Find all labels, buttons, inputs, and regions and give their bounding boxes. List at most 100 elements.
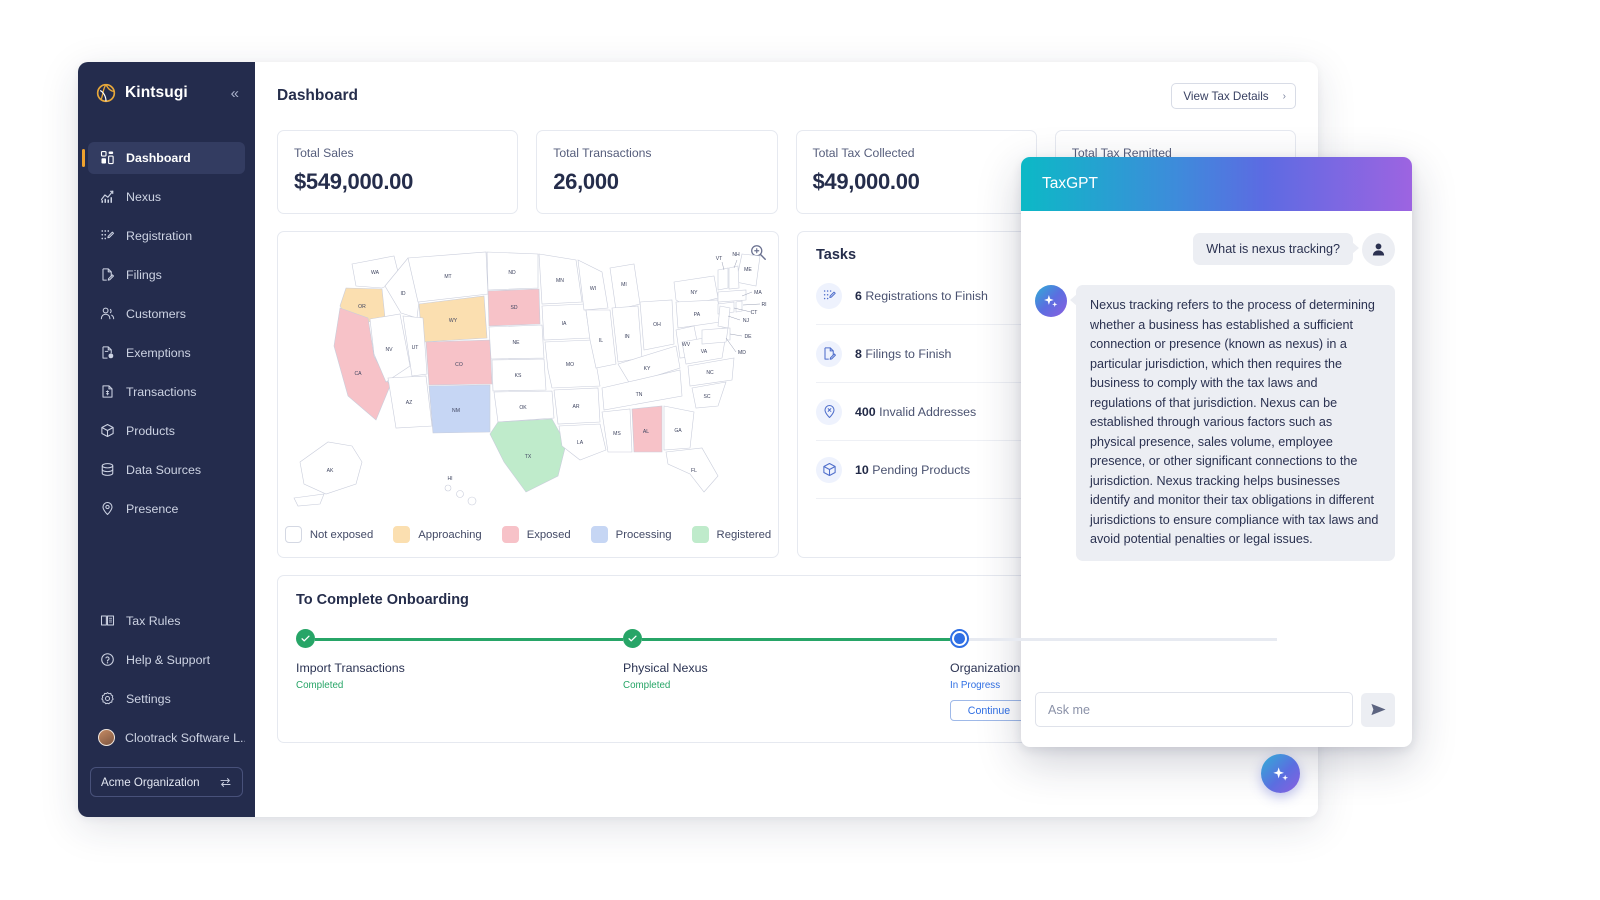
file-dollar-icon [102,385,113,398]
legend-label: Exposed [526,528,571,541]
svg-text:MS: MS [613,431,621,437]
kpi-card-total-tax-collected: Total Tax Collected $49,000.00 [795,130,1037,214]
state-AK-tail [293,493,325,507]
book-icon [100,615,115,626]
brand-name: Kintsugi [125,84,188,101]
svg-text:TN: TN [636,392,643,398]
us-map-svg: WA OR CA NV ID MT WY UT AZ CO NM ND SD NE KS OK TX M… [293,251,767,507]
sidebar-item-help-support[interactable]: Help & Support [88,644,245,676]
legend-item-registered: Registered [691,526,772,543]
box-icon [816,456,842,483]
svg-text:GA: GA [674,428,682,434]
sidebar-item-products[interactable]: Products [88,415,245,447]
box-icon [101,423,114,438]
sidebar-item-customers[interactable]: Customers [88,298,245,330]
kpi-value: $549,000.00 [294,169,414,194]
question-circle-icon [101,653,114,666]
step-indicator [296,629,623,649]
nexus-map-card: WA OR CA NV ID MT WY UT AZ CO NM ND SD NE KS OK TX M… [277,231,779,558]
state-WI [577,259,609,311]
sidebar-item-presence[interactable]: Presence [88,493,245,525]
task-text: Filings to Finish [865,346,952,361]
legend-item-approaching: Approaching [393,526,482,543]
view-tax-details-button[interactable]: View Tax Details › [1171,83,1296,109]
file-pencil-icon [102,268,115,281]
state-NH [728,265,740,290]
svg-text:OR: OR [358,304,366,310]
sidebar-item-nexus[interactable]: Nexus [88,181,245,213]
chat-input-row [1021,682,1412,747]
organization-switcher[interactable]: Acme Organization [90,767,243,797]
sidebar-item-label: Products [126,423,175,438]
sidebar-item-data-sources[interactable]: Data Sources [88,454,245,486]
chat-bubble-bot: Nexus tracking refers to the process of … [1070,285,1395,561]
sidebar-account[interactable]: Clootrack Software L... [88,722,245,754]
svg-text:SC: SC [703,394,710,400]
step-indicator [623,629,950,649]
sidebar-item-label: Tax Rules [126,613,181,628]
sidebar-item-exemptions[interactable]: Exemptions [88,337,245,369]
chat-input[interactable] [1035,692,1353,727]
svg-text:ND: ND [508,270,516,276]
kpi-card-total-sales: Total Sales $549,000.00 [277,130,519,214]
task-label: 400 Invalid Addresses [855,405,976,419]
sidebar-item-registration[interactable]: Registration [88,220,245,252]
view-tax-details-label: View Tax Details [1183,89,1269,103]
svg-text:CO: CO [455,362,463,368]
svg-text:HI: HI [447,476,452,482]
sidebar-collapse-icon[interactable]: « [229,84,241,103]
svg-text:AR: AR [572,404,579,410]
svg-text:AZ: AZ [406,400,413,406]
svg-text:OK: OK [519,405,527,411]
sidebar-bottom-nav: Tax Rules Help & Support Settings Clootr… [78,601,255,817]
brand-row: Kintsugi « [78,62,255,124]
svg-text:NV: NV [385,347,393,353]
send-button[interactable] [1361,692,1395,727]
pin-x-icon [816,398,842,425]
us-map[interactable]: WA OR CA NV ID MT WY UT AZ CO NM ND SD NE KS OK TX M… [290,246,768,511]
grid-dashboard-icon [100,150,114,165]
svg-text:WV: WV [682,342,691,348]
state-MA [717,289,747,303]
sidebar-item-label: Data Sources [126,462,202,477]
legend-swatch [284,526,302,543]
taxgpt-fab-button[interactable] [1261,754,1300,793]
kpi-label: Total Tax Collected [812,146,915,160]
svg-text:AK: AK [327,468,334,474]
continue-button[interactable]: Continue [950,700,1028,721]
check-circle-icon [296,629,315,648]
task-text: Invalid Addresses [879,404,977,419]
task-count: 10 [855,462,869,477]
task-label: 10 Pending Products [855,463,970,477]
sidebar-item-filings[interactable]: Filings [88,259,245,291]
avatar [98,729,115,746]
legend-label: Registered [716,528,772,541]
svg-text:ME: ME [744,267,752,273]
svg-text:NM: NM [452,408,460,414]
sidebar-item-tax-rules[interactable]: Tax Rules [88,605,245,637]
svg-text:MD: MD [738,350,746,356]
kpi-card-total-transactions: Total Transactions 26,000 [536,130,778,214]
onboarding-step-physical-nexus: Physical Nexus Completed [623,629,950,721]
sidebar-item-label: Customers [126,306,186,321]
sidebar-item-settings[interactable]: Settings [88,683,245,715]
step-connector [642,638,950,641]
check-circle-icon [623,629,642,648]
kpi-value: $49,000.00 [812,169,920,194]
chat-bubble-user: What is nexus tracking? [1193,233,1359,265]
legend-item-processing: Processing [590,526,672,543]
svg-text:NJ: NJ [743,318,750,324]
chat-message-user: What is nexus tracking? [1035,233,1395,266]
step-connector [969,638,1277,641]
sidebar-item-dashboard[interactable]: Dashboard [82,141,245,174]
svg-text:KY: KY [644,366,651,372]
chat-title: TaxGPT [1042,175,1098,192]
dots-pencil-icon [101,230,115,240]
sparkle-icon [1272,766,1288,781]
svg-text:TX: TX [525,454,532,460]
task-count: 400 [855,404,876,419]
sidebar-item-transactions[interactable]: Transactions [88,376,245,408]
person-icon [1362,233,1395,266]
legend-swatch [691,526,709,543]
